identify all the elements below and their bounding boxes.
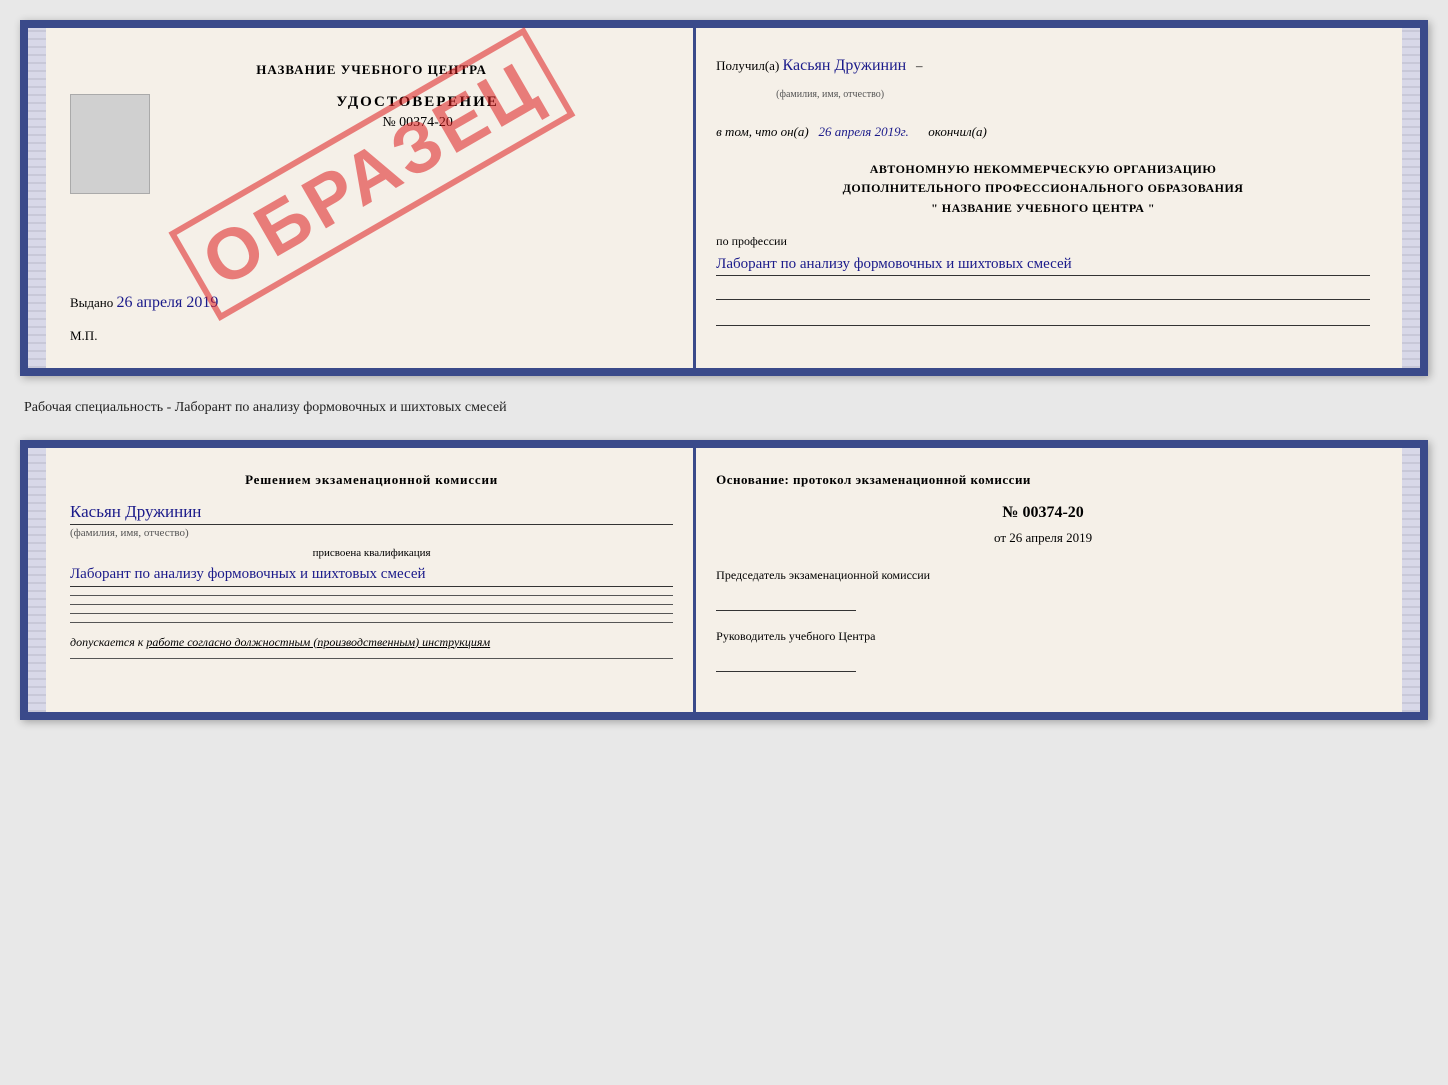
chairman-label: Председатель экзаменационной комиссии	[716, 566, 1370, 585]
date-line: в том, что он(а) 26 апреля 2019г. окончи…	[716, 124, 1370, 140]
issued-date: 26 апреля 2019	[117, 294, 219, 311]
fio-small: (фамилия, имя, отчество)	[776, 89, 884, 100]
director-block: Руководитель учебного Центра	[716, 627, 1370, 672]
spine-decoration-left	[28, 28, 46, 368]
booklet-2: Решением экзаменационной комиссии Касьян…	[20, 440, 1428, 720]
protocol-date: от 26 апреля 2019	[716, 530, 1370, 546]
org-line1: АВТОНОМНУЮ НЕКОММЕРЧЕСКУЮ ОРГАНИЗАЦИЮ	[716, 160, 1370, 179]
received-line: Получил(а) Касьян Дружинин – (фамилия, и…	[716, 52, 1370, 104]
org-block: АВТОНОМНУЮ НЕКОММЕРЧЕСКУЮ ОРГАНИЗАЦИЮ ДО…	[716, 160, 1370, 218]
allowed-text-value: работе согласно должностным (производств…	[146, 635, 490, 649]
basis-label: Основание: протокол экзаменационной коми…	[716, 472, 1370, 488]
finished-label: окончил(а)	[928, 124, 987, 139]
qualification-text: Лаборант по анализу формовочных и шихтов…	[70, 563, 673, 587]
chairman-sig	[716, 589, 856, 611]
assigned-label: присвоена квалификация	[70, 547, 673, 559]
spine-decoration-right-2	[1402, 448, 1420, 712]
allowed-text: допускается к работе согласно должностны…	[70, 635, 673, 650]
separator5	[70, 658, 673, 659]
allowed-prefix: допускается к	[70, 635, 143, 649]
issued-label: Выдано	[70, 295, 113, 310]
director-label: Руководитель учебного Центра	[716, 627, 1370, 646]
director-sig	[716, 650, 856, 672]
date-prefix-2: от	[994, 530, 1006, 545]
separator1	[70, 595, 673, 596]
school-title-top: НАЗВАНИЕ УЧЕБНОГО ЦЕНТРА	[70, 62, 673, 78]
booklet1-right: Получил(а) Касьян Дружинин – (фамилия, и…	[696, 28, 1420, 368]
spine-decoration-left-2	[28, 448, 46, 712]
separator4	[70, 622, 673, 623]
org-line2: ДОПОЛНИТЕЛЬНОГО ПРОФЕССИОНАЛЬНОГО ОБРАЗО…	[716, 179, 1370, 198]
booklet1-left: НАЗВАНИЕ УЧЕБНОГО ЦЕНТРА УДОСТОВЕРЕНИЕ №…	[28, 28, 696, 368]
separator2	[70, 604, 673, 605]
protocol-number: № 00374-20	[716, 504, 1370, 522]
profession-prefix: по профессии	[716, 234, 1370, 249]
date-value: 26 апреля 2019г.	[818, 124, 908, 139]
issued-line: Выдано 26 апреля 2019	[70, 294, 673, 312]
underline1	[716, 280, 1370, 300]
underline2	[716, 306, 1370, 326]
booklet2-right: Основание: протокол экзаменационной коми…	[696, 448, 1420, 712]
booklet2-left: Решением экзаменационной комиссии Касьян…	[28, 448, 696, 712]
separator3	[70, 613, 673, 614]
org-line3: " НАЗВАНИЕ УЧЕБНОГО ЦЕНТРА "	[716, 199, 1370, 218]
booklet-1: НАЗВАНИЕ УЧЕБНОГО ЦЕНТРА УДОСТОВЕРЕНИЕ №…	[20, 20, 1428, 376]
cert-label: УДОСТОВЕРЕНИЕ	[70, 94, 673, 111]
name-line: Касьян Дружинин	[70, 502, 673, 525]
received-label: Получил(а)	[716, 58, 779, 73]
date-value-2: 26 апреля 2019	[1009, 530, 1092, 545]
chairman-block: Председатель экзаменационной комиссии	[716, 566, 1370, 611]
spine-decoration-right	[1402, 28, 1420, 368]
decision-title: Решением экзаменационной комиссии	[70, 472, 673, 488]
name-handwritten: Касьян Дружинин	[70, 502, 201, 521]
cert-number: № 00374-20	[70, 115, 673, 131]
received-name: Касьян Дружинин	[783, 57, 907, 74]
photo-placeholder	[70, 94, 150, 194]
fio-small-2: (фамилия, имя, отчество)	[70, 527, 673, 539]
page-wrapper: НАЗВАНИЕ УЧЕБНОГО ЦЕНТРА УДОСТОВЕРЕНИЕ №…	[20, 20, 1428, 720]
date-prefix: в том, что он(а)	[716, 124, 809, 139]
mp-line: М.П.	[70, 328, 673, 344]
profession-text: Лаборант по анализу формовочных и шихтов…	[716, 253, 1370, 277]
specialty-line: Рабочая специальность - Лаборант по анал…	[20, 392, 1428, 424]
